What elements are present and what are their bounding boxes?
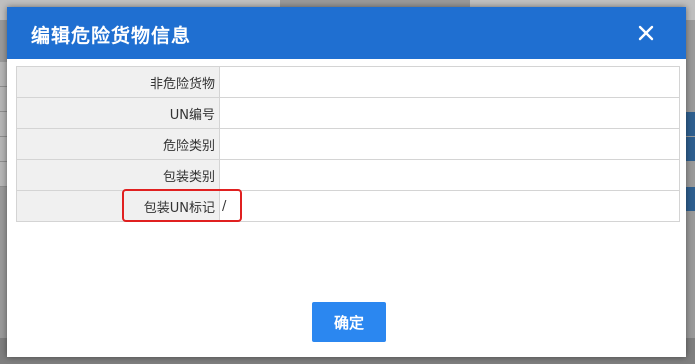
hazard-class-field[interactable] [219,128,680,160]
un-number-label: UN编号 [16,97,220,129]
watermark-text: 关务小二 [598,324,654,340]
confirm-button[interactable]: 确定 [312,302,386,342]
dialog-title: 编辑危险货物信息 [31,25,192,47]
form-row-non-dangerous: 非危险货物 [16,66,680,98]
packing-group-field[interactable] [219,159,680,191]
packaging-un-mark-field[interactable]: / [219,190,680,222]
non-dangerous-goods-label: 非危险货物 [16,66,220,98]
form-row-un-number: UN编号 [16,97,680,129]
watermark: 关务小二 [570,320,654,342]
form-row-packaging-un-mark: 包装UN标记 / [16,190,680,222]
non-dangerous-goods-field[interactable] [219,66,680,98]
dangerous-goods-form: 非危险货物 UN编号 危险类别 包装类别 包装UN标记 / [16,66,680,222]
packing-group-label: 包装类别 [16,159,220,191]
close-icon[interactable] [635,22,657,44]
hazard-class-label: 危险类别 [16,128,220,160]
form-row-packing-group: 包装类别 [16,159,680,191]
highlight-annotation [122,189,242,222]
edit-dangerous-goods-dialog: 编辑危险货物信息 非危险货物 UN编号 危险类别 包装类别 包装UN标记 / 确… [7,7,686,357]
form-row-hazard-class: 危险类别 [16,128,680,160]
dialog-header: 编辑危险货物信息 [7,7,686,59]
wechat-icon [570,319,592,343]
un-number-field[interactable] [219,97,680,129]
